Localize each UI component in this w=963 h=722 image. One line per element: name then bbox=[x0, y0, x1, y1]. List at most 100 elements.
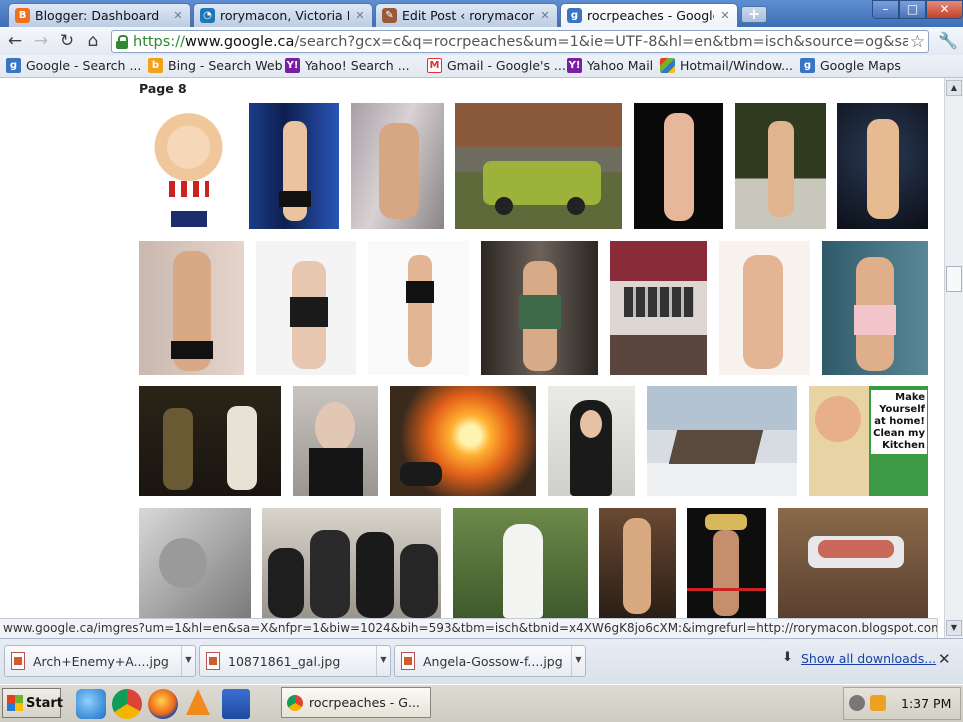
image-thumbnail[interactable] bbox=[481, 241, 598, 375]
google-icon: g bbox=[6, 58, 21, 73]
image-thumbnail[interactable] bbox=[455, 103, 622, 229]
image-thumbnail[interactable] bbox=[610, 241, 707, 375]
google-icon: g bbox=[800, 58, 815, 73]
image-results-page: Page 8 Make Yourself at home! Clean my K… bbox=[0, 78, 944, 618]
tab-blogger-dashboard[interactable]: B Blogger: Dashboard ✕ bbox=[8, 3, 191, 27]
image-thumbnail[interactable] bbox=[647, 386, 797, 496]
tab-google-search[interactable]: g rocrpeaches - Google Se ✕ bbox=[560, 3, 738, 27]
start-button[interactable]: Start bbox=[2, 688, 63, 718]
bookmark-bing-search[interactable]: b Bing - Search Web bbox=[148, 58, 283, 73]
outlook-icon[interactable] bbox=[76, 689, 106, 719]
yahoo-icon: Y! bbox=[285, 58, 300, 73]
windows-flag-icon bbox=[660, 58, 675, 73]
back-button[interactable]: ← bbox=[2, 29, 28, 53]
download-filename: Angela-Gossow-f....jpg bbox=[423, 653, 563, 669]
show-all-downloads-link[interactable]: Show all downloads... bbox=[801, 651, 936, 666]
blogger-icon: B bbox=[15, 8, 30, 23]
start-label: Start bbox=[26, 695, 63, 711]
maximize-button[interactable]: □ bbox=[899, 0, 926, 19]
network-icon[interactable] bbox=[849, 695, 865, 711]
vlc-icon[interactable] bbox=[186, 689, 212, 719]
lock-icon bbox=[116, 34, 128, 49]
close-icon[interactable]: ✕ bbox=[938, 650, 951, 668]
bookmark-hotmail[interactable]: Hotmail/Window... bbox=[660, 58, 793, 73]
download-item[interactable]: Arch+Enemy+A....jpg ▼ bbox=[4, 645, 196, 677]
close-icon[interactable]: ✕ bbox=[172, 9, 184, 22]
close-icon[interactable]: ✕ bbox=[719, 9, 731, 22]
chrome-icon[interactable] bbox=[112, 689, 142, 719]
image-thumbnail[interactable] bbox=[351, 103, 444, 229]
download-item[interactable]: 10871861_gal.jpg ▼ bbox=[199, 645, 391, 677]
status-bar-url: www.google.ca/imgres?um=1&hl=en&sa=X&nfp… bbox=[0, 618, 938, 638]
image-thumbnail[interactable] bbox=[822, 241, 928, 375]
vertical-scrollbar[interactable]: ▲ ▼ bbox=[944, 78, 963, 638]
chevron-down-icon[interactable]: ▼ bbox=[571, 646, 585, 676]
google-icon: g bbox=[567, 8, 582, 23]
bookmark-label: Yahoo! Search ... bbox=[305, 58, 410, 73]
image-thumbnail[interactable]: Make Yourself at home! Clean my Kitchen bbox=[809, 386, 928, 496]
minimize-button[interactable]: – bbox=[872, 0, 899, 19]
tab-strip: B Blogger: Dashboard ✕ ◔ rorymacon, Vict… bbox=[0, 0, 963, 27]
forward-button[interactable]: → bbox=[28, 29, 54, 53]
chevron-down-icon[interactable]: ▼ bbox=[181, 646, 195, 676]
chrome-icon bbox=[287, 694, 303, 711]
bookmark-star-icon[interactable]: ☆ bbox=[910, 32, 925, 52]
scroll-down-arrow-icon[interactable]: ▼ bbox=[946, 620, 962, 636]
taskbar-chrome-window[interactable]: rocrpeaches - G... bbox=[281, 687, 431, 718]
image-thumbnail[interactable] bbox=[735, 103, 826, 229]
download-filename: 10871861_gal.jpg bbox=[228, 653, 341, 669]
scrollbar-thumb[interactable] bbox=[946, 266, 962, 292]
firefox-icon[interactable] bbox=[148, 689, 178, 719]
image-thumbnail[interactable] bbox=[453, 508, 588, 618]
system-tray: 1:37 PM bbox=[843, 687, 961, 720]
close-icon[interactable]: ✕ bbox=[354, 9, 366, 22]
image-thumbnail[interactable] bbox=[139, 103, 238, 229]
image-thumbnail[interactable] bbox=[837, 103, 928, 229]
update-icon[interactable] bbox=[870, 695, 886, 711]
address-bar[interactable]: https://www.google.ca/search?gcx=c&q=roc… bbox=[111, 30, 929, 53]
download-arrow-icon: ⬇ bbox=[782, 650, 793, 665]
image-thumbnail[interactable] bbox=[719, 241, 810, 375]
download-item[interactable]: Angela-Gossow-f....jpg ▼ bbox=[394, 645, 586, 677]
close-window-button[interactable]: ✕ bbox=[926, 0, 963, 19]
bookmark-gmail[interactable]: M Gmail - Google's ... bbox=[427, 58, 566, 73]
wrench-menu-icon[interactable]: 🔧 bbox=[938, 31, 958, 50]
tab-rorymacon-blog[interactable]: ◔ rorymacon, Victoria B.C ✕ bbox=[193, 3, 373, 27]
bookmark-label: Yahoo Mail bbox=[587, 58, 654, 73]
image-thumbnail[interactable] bbox=[599, 508, 676, 618]
reload-button[interactable]: ↻ bbox=[54, 29, 80, 53]
gmail-icon: M bbox=[427, 58, 442, 73]
bookmark-label: Google - Search ... bbox=[26, 58, 142, 73]
image-thumbnail[interactable] bbox=[778, 508, 928, 618]
image-thumbnail[interactable] bbox=[262, 508, 441, 618]
word-icon[interactable] bbox=[222, 689, 250, 719]
close-icon[interactable]: ✕ bbox=[539, 9, 551, 22]
image-thumbnail[interactable] bbox=[139, 241, 244, 375]
image-thumbnail[interactable] bbox=[256, 241, 356, 375]
bookmark-google-search[interactable]: g Google - Search ... bbox=[6, 58, 141, 73]
image-thumbnail[interactable] bbox=[139, 508, 251, 618]
bookmarks-bar: g Google - Search ... b Bing - Search We… bbox=[0, 55, 963, 78]
image-thumbnail[interactable] bbox=[548, 386, 635, 496]
image-thumbnail[interactable] bbox=[634, 103, 723, 229]
image-thumbnail[interactable] bbox=[139, 386, 281, 496]
bookmark-yahoo-search[interactable]: Y! Yahoo! Search ... bbox=[285, 58, 410, 73]
scroll-up-arrow-icon[interactable]: ▲ bbox=[946, 80, 962, 96]
image-thumbnail[interactable] bbox=[390, 386, 536, 496]
download-shelf: Arch+Enemy+A....jpg ▼ 10871861_gal.jpg ▼… bbox=[0, 638, 963, 684]
image-thumbnail[interactable] bbox=[249, 103, 339, 229]
url-text[interactable]: https://www.google.ca/search?gcx=c&q=roc… bbox=[133, 34, 908, 50]
bookmark-google-maps[interactable]: g Google Maps bbox=[800, 58, 901, 73]
wordpress-icon: ✎ bbox=[382, 8, 397, 23]
chevron-down-icon[interactable]: ▼ bbox=[376, 646, 390, 676]
windows-taskbar: Start rocrpeaches - G... 1:37 PM bbox=[0, 684, 963, 722]
image-thumbnail[interactable] bbox=[687, 508, 766, 618]
tab-edit-post[interactable]: ✎ Edit Post ‹ rorymacon – ✕ bbox=[375, 3, 558, 27]
image-thumbnail[interactable] bbox=[293, 386, 378, 496]
new-tab-button[interactable]: + bbox=[741, 6, 767, 23]
clock: 1:37 PM bbox=[901, 696, 952, 711]
image-thumbnail[interactable] bbox=[368, 241, 469, 375]
bookmark-yahoo-mail[interactable]: Y! Yahoo Mail bbox=[567, 58, 653, 73]
home-button[interactable]: ⌂ bbox=[80, 29, 106, 53]
bookmark-label: Gmail - Google's ... bbox=[447, 58, 566, 73]
